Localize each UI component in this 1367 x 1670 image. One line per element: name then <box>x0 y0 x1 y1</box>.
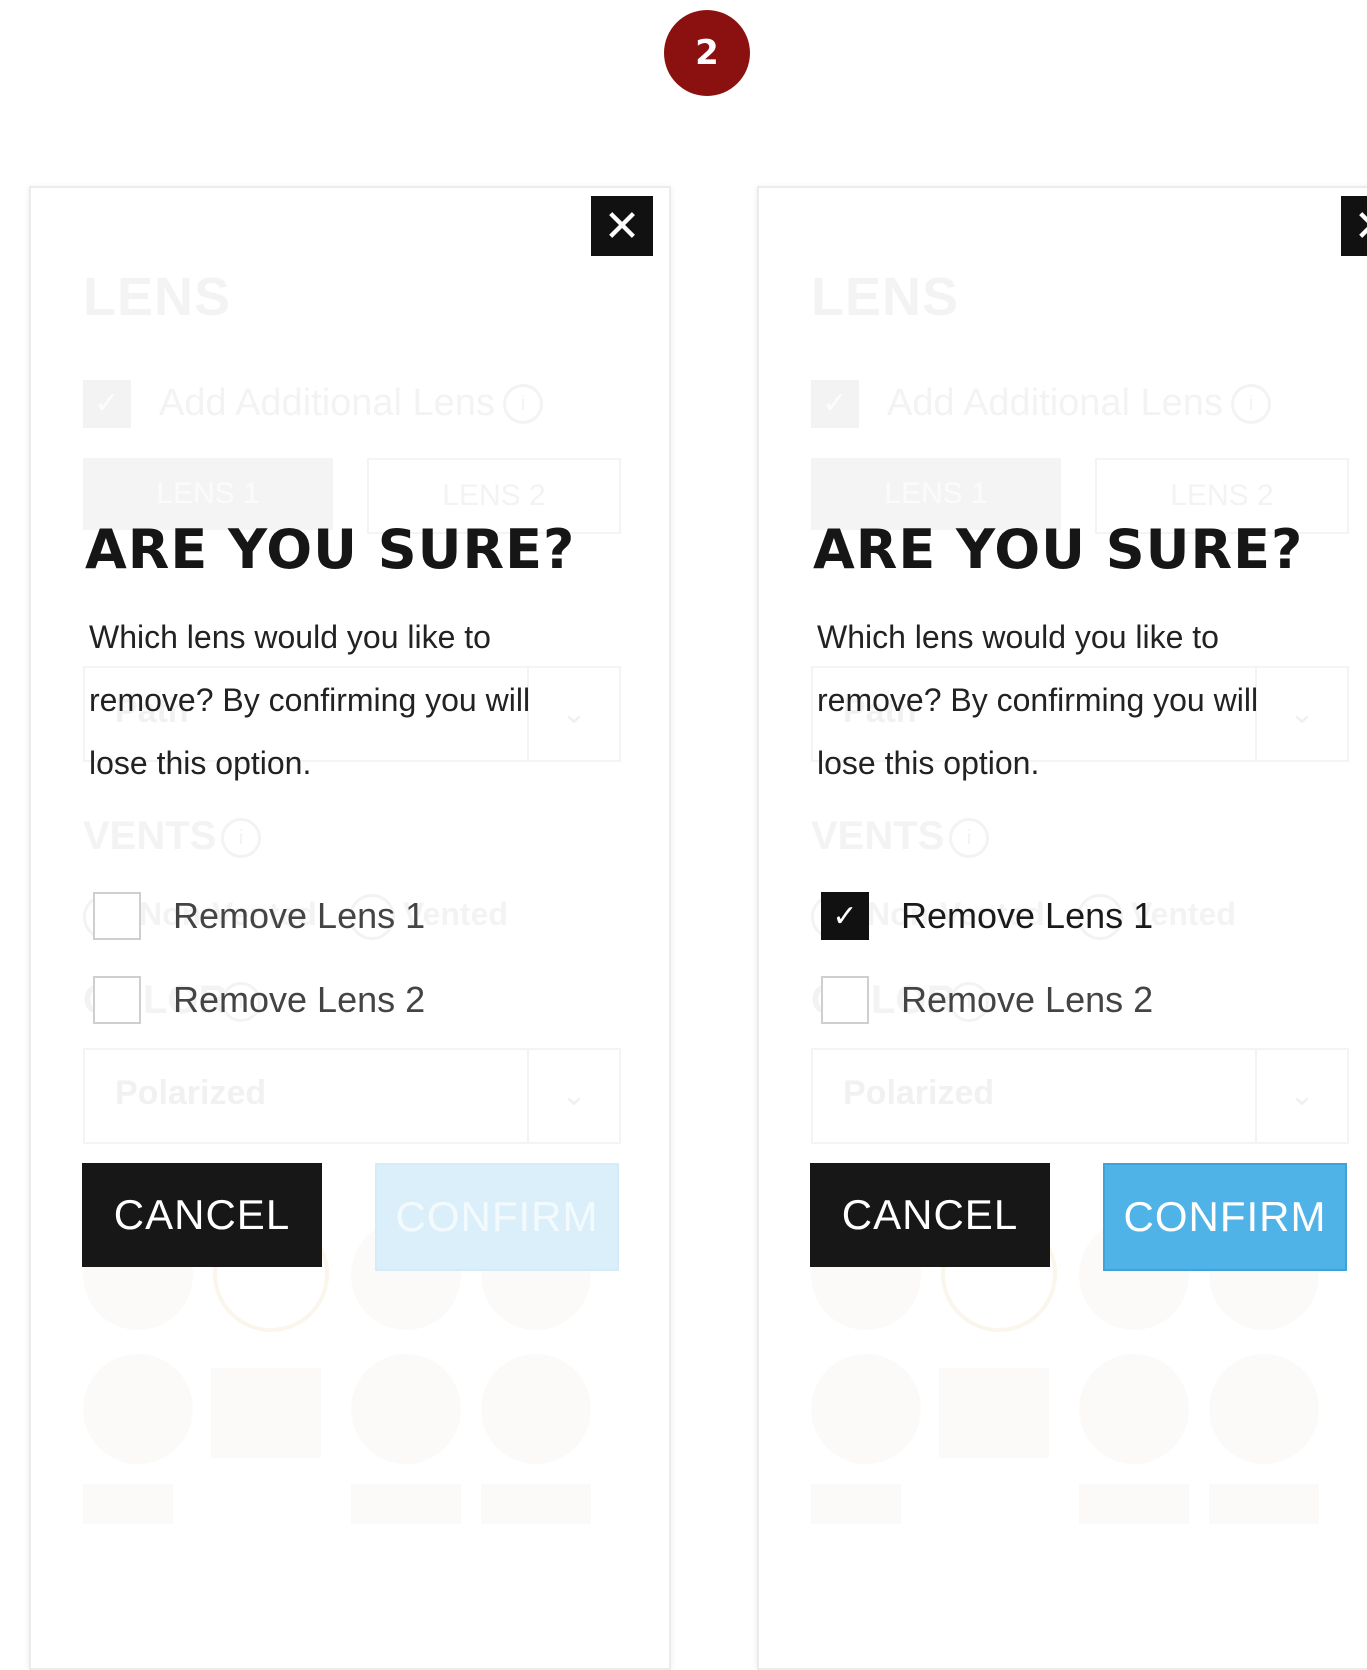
add-lens-checkbox: ✓ <box>811 380 859 428</box>
swatch-label <box>1079 1484 1189 1524</box>
swatch-label <box>811 1484 901 1524</box>
remove-lens-2-label: Remove Lens 2 <box>901 979 1154 1020</box>
vents-label: VENTS <box>811 814 945 858</box>
vents-label: VENTS <box>83 814 217 858</box>
modal-title: ARE YOU SURE? <box>85 518 576 581</box>
close-button[interactable]: ✕ <box>1341 196 1367 256</box>
close-button[interactable]: ✕ <box>591 196 653 256</box>
swatch-label <box>1209 1484 1319 1524</box>
remove-lens-2-label: Remove Lens 2 <box>173 979 426 1020</box>
remove-lens-2-option[interactable]: Remove Lens 2 <box>821 976 1153 1024</box>
info-icon: i <box>1231 384 1271 424</box>
color-swatch <box>939 1368 1049 1458</box>
cancel-button[interactable]: CANCEL <box>810 1163 1050 1267</box>
confirm-button-disabled: CONFIRM <box>375 1163 619 1271</box>
add-lens-checkbox: ✓ <box>83 380 131 428</box>
color-select: Polarized ⌄ <box>811 1048 1349 1144</box>
remove-lens-1-label: Remove Lens 1 <box>173 895 426 936</box>
add-lens-label: Add Additional Lens <box>159 382 495 424</box>
confirm-button[interactable]: CONFIRM <box>1103 1163 1347 1271</box>
remove-lens-2-checkbox[interactable] <box>93 976 141 1024</box>
remove-lens-1-checkbox[interactable]: ✓ <box>821 892 869 940</box>
info-icon: i <box>503 384 543 424</box>
modal-panel-before: LENS ✓ Add Additional Lens i LENS 1 LENS… <box>29 186 671 1670</box>
remove-lens-1-checkbox[interactable] <box>93 892 141 940</box>
remove-lens-1-option[interactable]: ✓ Remove Lens 1 <box>821 892 1153 940</box>
color-select: Polarized ⌄ <box>83 1048 621 1144</box>
close-icon: ✕ <box>603 201 641 251</box>
modal-title: ARE YOU SURE? <box>813 518 1304 581</box>
remove-lens-1-label: Remove Lens 1 <box>901 895 1154 936</box>
lens-section-title: LENS <box>83 267 232 327</box>
add-lens-label: Add Additional Lens <box>887 382 1223 424</box>
color-swatch <box>1209 1354 1319 1464</box>
info-icon: i <box>221 818 261 858</box>
step-number-badge: 2 <box>664 10 750 96</box>
color-swatch <box>351 1354 461 1464</box>
close-icon: ✕ <box>1354 201 1367 252</box>
chevron-down-icon: ⌄ <box>1255 1050 1347 1142</box>
color-select-value: Polarized <box>843 1074 995 1112</box>
color-swatch <box>481 1354 591 1464</box>
swatch-label <box>351 1484 461 1524</box>
lens-section-title: LENS <box>811 267 960 327</box>
color-swatch <box>83 1354 193 1464</box>
remove-lens-2-option[interactable]: Remove Lens 2 <box>93 976 425 1024</box>
modal-panel-after: LENS ✓ Add Additional Lens i LENS 1 LENS… <box>757 186 1367 1670</box>
chevron-down-icon: ⌄ <box>527 1050 619 1142</box>
swatch-label <box>481 1484 591 1524</box>
color-swatch <box>211 1368 321 1458</box>
modal-message: Which lens would you like to remove? By … <box>89 619 531 781</box>
color-swatch <box>1079 1354 1189 1464</box>
color-select-value: Polarized <box>115 1074 267 1112</box>
remove-lens-2-checkbox[interactable] <box>821 976 869 1024</box>
cancel-button[interactable]: CANCEL <box>82 1163 322 1267</box>
info-icon: i <box>949 818 989 858</box>
color-swatch <box>811 1354 921 1464</box>
modal-message: Which lens would you like to remove? By … <box>817 619 1259 781</box>
swatch-label <box>83 1484 173 1524</box>
remove-lens-1-option[interactable]: Remove Lens 1 <box>93 892 425 940</box>
checkmark-icon: ✓ <box>832 899 858 933</box>
